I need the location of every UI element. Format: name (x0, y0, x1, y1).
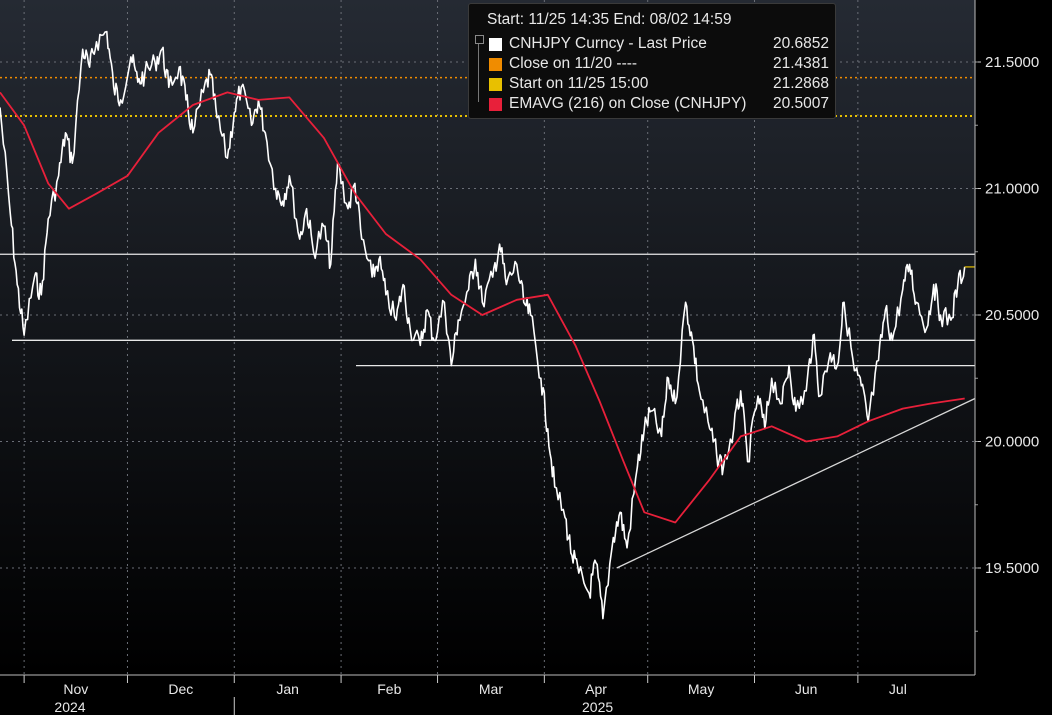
legend-entry-emavg: EMAVG (216) on Close (CNHJPY) 20.5007 (489, 95, 829, 115)
legend-swatch-close (489, 58, 502, 71)
legend-swatch-emavg (489, 98, 502, 111)
legend-tree-icon (475, 35, 487, 102)
month-label: Jul (889, 681, 907, 697)
y-tick-label: 19.5000 (985, 560, 1039, 577)
year-label: 2025 (582, 699, 613, 715)
month-label: Dec (168, 681, 193, 697)
month-label: Nov (63, 681, 88, 697)
legend-value: 21.2868 (772, 75, 829, 92)
legend-name: Close on 11/20 ---- (509, 55, 638, 72)
axis-background (975, 0, 1052, 715)
month-label: Mar (479, 681, 503, 697)
legend-value: 20.6852 (772, 35, 829, 52)
legend-header: Start: 11/25 14:35 End: 08/02 14:59 (487, 11, 732, 28)
legend-value: 21.4381 (772, 55, 829, 72)
legend: Start: 11/25 14:35 End: 08/02 14:59 CNHJ… (468, 3, 836, 119)
month-label: May (688, 681, 714, 697)
legend-entry-close-1120: Close on 11/20 ---- 21.4381 (489, 55, 829, 75)
month-label: Jun (795, 681, 818, 697)
legend-swatch-last-price (489, 38, 502, 51)
legend-value: 20.5007 (772, 95, 829, 112)
y-tick-label: 20.0000 (985, 434, 1039, 451)
legend-name: EMAVG (216) on Close (CNHJPY) (509, 95, 747, 112)
month-label: Feb (377, 681, 401, 697)
legend-name: CNHJPY Curncy - Last Price (509, 35, 707, 52)
year-label: 2024 (54, 699, 85, 715)
legend-entry-start-1125: Start on 11/25 15:00 21.2868 (489, 75, 829, 95)
legend-swatch-start (489, 78, 502, 91)
y-tick-label: 20.5000 (985, 307, 1039, 324)
month-label: Apr (585, 681, 607, 697)
month-label: Jan (276, 681, 299, 697)
legend-name: Start on 11/25 15:00 (509, 75, 649, 92)
y-tick-label: 21.0000 (985, 181, 1039, 198)
legend-entry-last-price: CNHJPY Curncy - Last Price 20.6852 (489, 35, 829, 55)
y-tick-label: 21.5000 (985, 54, 1039, 71)
